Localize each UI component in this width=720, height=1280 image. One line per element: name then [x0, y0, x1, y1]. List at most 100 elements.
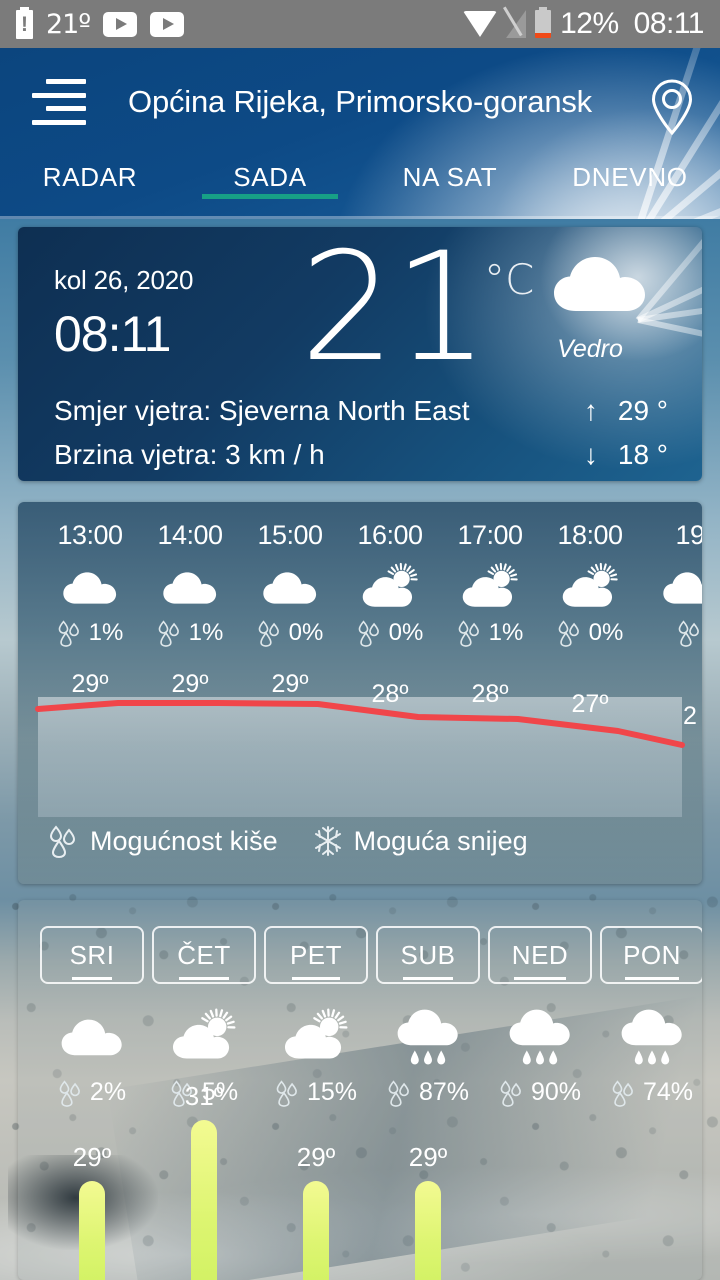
sun-behind-cloud-icon: [340, 563, 440, 613]
hourly-precip: 0%: [340, 619, 440, 647]
tab-sada[interactable]: SADA: [180, 156, 360, 199]
day-chip[interactable]: PON: [600, 926, 702, 984]
daily-high: 29º: [296, 1142, 336, 1172]
daily-bar-fill: [79, 1181, 105, 1280]
day-chip[interactable]: ČET: [152, 926, 256, 984]
weather-app-screen: 21º 12% 08:11 Općina Rijeka, Primorsko-g…: [0, 0, 720, 1280]
cloud-icon: [640, 563, 702, 613]
battery-alert-icon: [16, 6, 33, 39]
raindrops-icon: [612, 1079, 633, 1107]
hourly-item[interactable]: 14:00 1%: [140, 520, 240, 647]
daily-bar: 31º: [152, 1081, 256, 1280]
daily-item[interactable]: PET 15%: [264, 926, 368, 1107]
day-label: PON: [623, 939, 681, 980]
legend-snow-label: Moguća snijeg: [353, 825, 528, 856]
hourly-precip: 0%: [540, 619, 640, 647]
tab-na-sat[interactable]: NA SAT: [360, 156, 540, 193]
hourly-item[interactable]: 13:00 1%: [40, 520, 140, 647]
raindrops-icon: [500, 1079, 521, 1107]
daily-high: 29º: [72, 1142, 112, 1172]
wind-direction: Smjer vjetra: Sjeverna North East: [54, 395, 470, 426]
daily-precip: 90%: [488, 1078, 592, 1107]
low-value: 18 °: [617, 439, 668, 470]
cloud-icon: [140, 563, 240, 613]
hourly-temperature: 29º: [271, 670, 309, 698]
hourly-precip: [640, 619, 702, 647]
current-time: 08:11: [54, 306, 171, 362]
raindrops-icon: [276, 1079, 297, 1107]
status-temperature: 21º: [46, 8, 91, 40]
hourly-time: 16:00: [357, 520, 423, 550]
raindrops-icon: [48, 824, 80, 859]
temperature-unit: °C: [484, 255, 535, 304]
raindrops-icon: [458, 620, 479, 647]
hourly-temperature: 28º: [471, 680, 509, 708]
page-title: Općina Rijeka, Primorsko-goransk: [128, 84, 592, 119]
day-label: PET: [289, 939, 343, 980]
daily-item[interactable]: SRI 2%: [40, 926, 144, 1107]
daily-high: 29º: [408, 1142, 448, 1172]
hourly-item[interactable]: 18:00 0%: [540, 520, 640, 647]
high-value: 29 °: [617, 395, 668, 426]
daily-forecast-card[interactable]: SRI 2% ČET 5% PET 15% SUB 87% NED 90% PON 74% 29º 31…: [18, 900, 702, 1280]
current-conditions-card[interactable]: kol 26, 2020 08:11 21 °C Vedro Smjer vje…: [18, 227, 702, 481]
daily-item[interactable]: ČET 5%: [152, 926, 256, 1107]
hourly-item[interactable]: 16:00 0%: [340, 520, 440, 647]
current-date: kol 26, 2020: [54, 265, 194, 295]
raindrops-icon: [358, 620, 379, 647]
hourly-temperature: 2: [683, 702, 697, 730]
cloud-icon: [40, 1006, 144, 1068]
wifi-icon: [463, 11, 498, 37]
sun-behind-cloud-icon: [152, 1006, 256, 1068]
cloud-icon: [550, 253, 650, 315]
daily-high: 31º: [184, 1081, 224, 1111]
daily-precip: 15%: [264, 1078, 368, 1107]
battery-low-icon: [535, 7, 552, 38]
hourly-time: 17:00: [457, 520, 523, 550]
youtube-icon: [103, 11, 138, 37]
day-label: NED: [511, 939, 569, 980]
hourly-forecast-card[interactable]: 13:00 1% 14:00 1% 15:00 0% 16:00 0% 17:00 1% 18:00…: [18, 502, 702, 884]
legend-rain-label: Mogućnost kiše: [90, 825, 278, 856]
hourly-item[interactable]: 19: [640, 520, 702, 647]
rain-cloud-icon: [488, 1006, 592, 1068]
sun-behind-cloud-icon: [264, 1006, 368, 1068]
hamburger-menu-icon[interactable]: [32, 79, 86, 125]
rain-cloud-icon: [376, 1006, 480, 1068]
status-clock: 08:11: [633, 7, 705, 40]
hourly-temperature: 27º: [571, 690, 609, 718]
day-chip[interactable]: SUB: [376, 926, 480, 984]
day-chip[interactable]: SRI: [40, 926, 144, 984]
location-pin-icon[interactable]: [650, 78, 694, 136]
hourly-legend: Mogućnost kiše Moguća snijeg: [48, 824, 528, 859]
tab-dnevno[interactable]: DNEVNO: [540, 156, 720, 193]
sun-behind-cloud-icon: [540, 563, 640, 613]
day-chip[interactable]: NED: [488, 926, 592, 984]
day-label: SUB: [400, 939, 456, 980]
tab-radar[interactable]: RADAR: [0, 156, 180, 193]
daily-item[interactable]: SUB 87%: [376, 926, 480, 1107]
sun-behind-cloud-icon: [440, 563, 540, 613]
cloud-icon: [240, 563, 340, 613]
current-temperature: 21: [300, 227, 489, 395]
daily-bar: 29º: [376, 1142, 480, 1280]
hourly-precip: 1%: [440, 619, 540, 647]
cloud-icon: [40, 563, 140, 613]
hourly-item[interactable]: 17:00 1%: [440, 520, 540, 647]
daily-item[interactable]: NED 90%: [488, 926, 592, 1107]
hourly-precip: 1%: [140, 619, 240, 647]
day-label: SRI: [69, 939, 115, 980]
day-label: ČET: [177, 939, 231, 980]
rain-cloud-icon: [600, 1006, 702, 1068]
daily-item[interactable]: PON 74%: [600, 926, 702, 1107]
current-condition: Vedro: [557, 335, 623, 363]
raindrops-icon: [58, 620, 79, 647]
daily-precip: 2%: [40, 1078, 144, 1107]
wind-speed: Brzina vjetra: 3 km / h: [54, 439, 325, 470]
daily-bar: 29º: [40, 1142, 144, 1280]
raindrops-icon: [158, 620, 179, 647]
day-chip[interactable]: PET: [264, 926, 368, 984]
hourly-time: 14:00: [157, 520, 223, 550]
hourly-item[interactable]: 15:00 0%: [240, 520, 340, 647]
header-divider: [0, 216, 720, 219]
